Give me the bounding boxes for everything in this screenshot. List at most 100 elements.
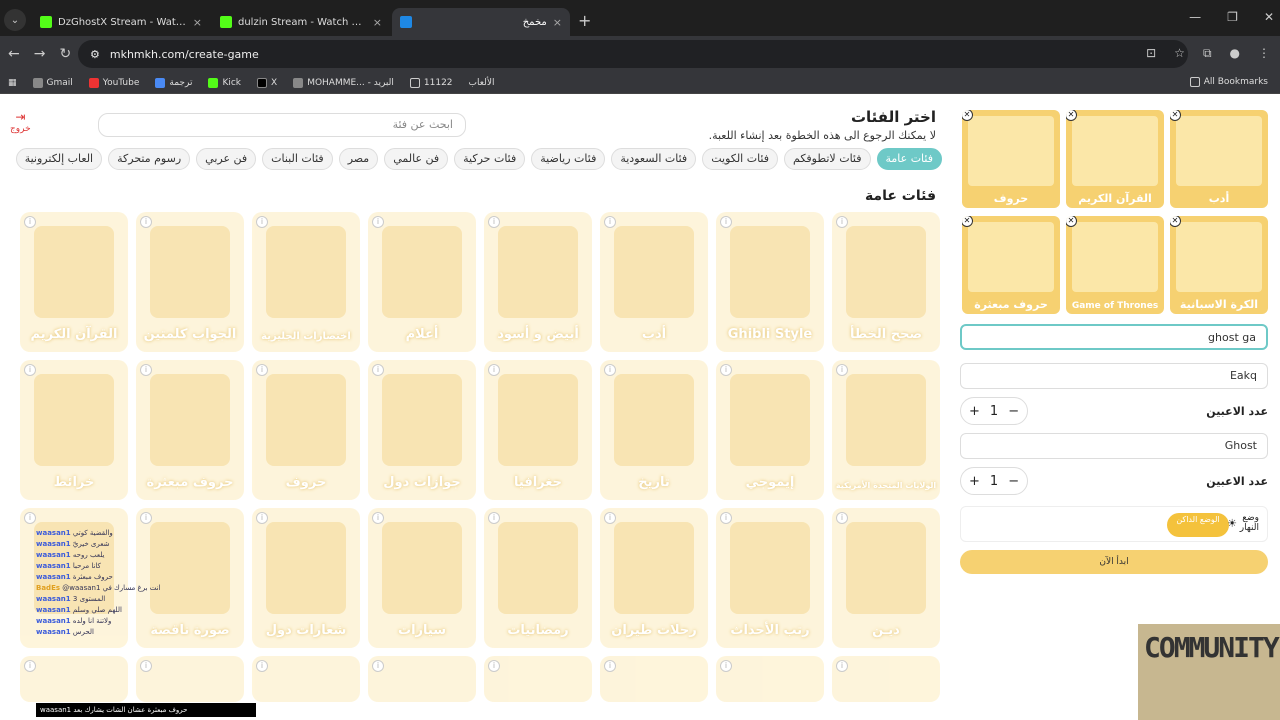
info-icon[interactable]: i [372, 364, 384, 376]
bookmark-item[interactable]: MOHAMME... - البريد [293, 77, 394, 88]
close-window-icon[interactable]: ✕ [1264, 10, 1274, 24]
url-bar[interactable]: ⚙ mkhmkh.com/create-game [78, 40, 1188, 68]
category-card[interactable]: i اختصارات الجليزية [252, 212, 360, 352]
info-icon[interactable]: i [372, 216, 384, 228]
category-card[interactable]: i جوازات دول [368, 360, 476, 500]
info-icon[interactable]: i [256, 364, 268, 376]
browser-tab-active[interactable]: مخمخ × [392, 8, 570, 36]
category-chip[interactable]: فئات السعودية [611, 148, 697, 170]
minimize-icon[interactable]: — [1189, 10, 1201, 24]
category-chip[interactable]: فئات حركية [454, 148, 526, 170]
category-card[interactable]: i ديـن [832, 508, 940, 648]
category-card[interactable]: i خرائط [20, 360, 128, 500]
category-chip[interactable]: فئات عامة [876, 148, 942, 170]
all-bookmarks[interactable]: All Bookmarks [1189, 77, 1268, 87]
category-card[interactable]: i [716, 656, 824, 702]
category-card[interactable]: i جغرافيا [484, 360, 592, 500]
category-card[interactable]: i القرآن الكريم [20, 212, 128, 352]
info-icon[interactable]: i [24, 216, 36, 228]
bookmark-item[interactable]: YouTube [88, 77, 139, 88]
site-info-icon[interactable]: ⚙ [90, 48, 100, 61]
exit-button[interactable]: ⇥ خروج [10, 110, 31, 134]
increment-button[interactable]: + [969, 474, 980, 489]
reload-icon[interactable]: ↻ [59, 46, 71, 62]
category-card[interactable]: i Ghibli Style [716, 212, 824, 352]
category-card[interactable]: i [368, 656, 476, 702]
info-icon[interactable]: i [604, 216, 616, 228]
maximize-icon[interactable]: ❐ [1227, 10, 1238, 24]
team2-name-input[interactable]: Ghost [960, 433, 1268, 459]
category-card[interactable]: i سيارات [368, 508, 476, 648]
info-icon[interactable]: i [372, 660, 384, 672]
category-card[interactable]: i رمضانيات [484, 508, 592, 648]
category-card[interactable]: i رتب الأحداث [716, 508, 824, 648]
info-icon[interactable]: i [140, 216, 152, 228]
category-card[interactable]: i أبيض و أسود [484, 212, 592, 352]
category-chip[interactable]: رسوم متحركة [108, 148, 191, 170]
bookmark-item[interactable]: ترجمة [155, 77, 192, 88]
category-card[interactable]: i أدب [600, 212, 708, 352]
info-icon[interactable]: i [488, 512, 500, 524]
tab-search-icon[interactable]: ⌄ [4, 9, 26, 31]
category-card[interactable]: i تاريخ [600, 360, 708, 500]
category-chip[interactable]: فئات رياضية [531, 148, 606, 170]
info-icon[interactable]: i [836, 512, 848, 524]
info-icon[interactable]: i [720, 660, 732, 672]
bookmark-item[interactable]: 11122 [409, 77, 453, 88]
category-card[interactable]: i الولايات المتحدة الأمريكية [832, 360, 940, 500]
category-chip[interactable]: العاب إلكترونية [15, 148, 103, 170]
info-icon[interactable]: i [720, 364, 732, 376]
info-icon[interactable]: i [488, 660, 500, 672]
category-card[interactable]: i أعلام [368, 212, 476, 352]
decrement-button[interactable]: − [1008, 474, 1019, 489]
bookmark-star-icon[interactable]: ☆ [1174, 46, 1185, 61]
info-icon[interactable]: i [140, 512, 152, 524]
info-icon[interactable]: i [256, 216, 268, 228]
install-icon[interactable]: ⊡ [1146, 46, 1156, 61]
info-icon[interactable]: i [836, 216, 848, 228]
info-icon[interactable]: i [372, 512, 384, 524]
category-chip[interactable]: فئات الكويت [702, 148, 779, 170]
browser-tab[interactable]: dulzin Stream - Watch Live on K × [212, 8, 390, 36]
info-icon[interactable]: i [720, 512, 732, 524]
back-icon[interactable]: ← [8, 46, 20, 62]
category-card[interactable]: i الجواب كلمتين [136, 212, 244, 352]
category-chip[interactable]: فئات لاتطوفكم [784, 148, 871, 170]
info-icon[interactable]: i [24, 660, 36, 672]
category-card[interactable]: i حروف مبعثرة [136, 360, 244, 500]
browser-tab[interactable]: DzGhostX Stream - Watch Live × [32, 8, 210, 36]
close-tab-icon[interactable]: × [373, 16, 382, 29]
info-icon[interactable]: i [604, 660, 616, 672]
info-icon[interactable]: i [256, 512, 268, 524]
info-icon[interactable]: i [488, 364, 500, 376]
team1-name-input[interactable]: ghost ga [960, 324, 1268, 350]
info-icon[interactable]: i [604, 364, 616, 376]
bookmark-item[interactable]: X [257, 77, 277, 88]
info-icon[interactable]: i [140, 364, 152, 376]
decrement-button[interactable]: − [1008, 404, 1019, 419]
info-icon[interactable]: i [836, 364, 848, 376]
info-icon[interactable]: i [720, 216, 732, 228]
bookmark-item[interactable]: Kick [208, 77, 241, 88]
category-card[interactable]: i [484, 656, 592, 702]
bookmark-item[interactable]: Gmail [32, 77, 73, 88]
category-card[interactable]: i شعارات دول [252, 508, 360, 648]
info-icon[interactable]: i [488, 216, 500, 228]
new-tab-button[interactable]: + [578, 11, 591, 30]
forward-icon[interactable]: → [34, 46, 46, 62]
team2-name-input[interactable]: Eakq [960, 363, 1268, 389]
info-icon[interactable]: i [604, 512, 616, 524]
start-button[interactable]: ابدأ الآن [960, 550, 1268, 574]
extensions-icon[interactable]: ⧉ [1203, 46, 1212, 61]
category-card[interactable]: i حروف [252, 360, 360, 500]
info-icon[interactable]: i [24, 364, 36, 376]
category-chip[interactable]: فئات البنات [262, 148, 333, 170]
bookmark-item[interactable]: الألعاب [469, 78, 495, 88]
category-chip[interactable]: فن عربي [196, 148, 257, 170]
close-tab-icon[interactable]: × [193, 16, 202, 29]
menu-icon[interactable]: ⋮ [1258, 46, 1270, 61]
dark-mode-toggle[interactable]: الوضع الداكن [1167, 513, 1229, 537]
category-card[interactable]: i رحلات طيران [600, 508, 708, 648]
category-card[interactable]: i إيموجي [716, 360, 824, 500]
increment-button[interactable]: + [969, 404, 980, 419]
